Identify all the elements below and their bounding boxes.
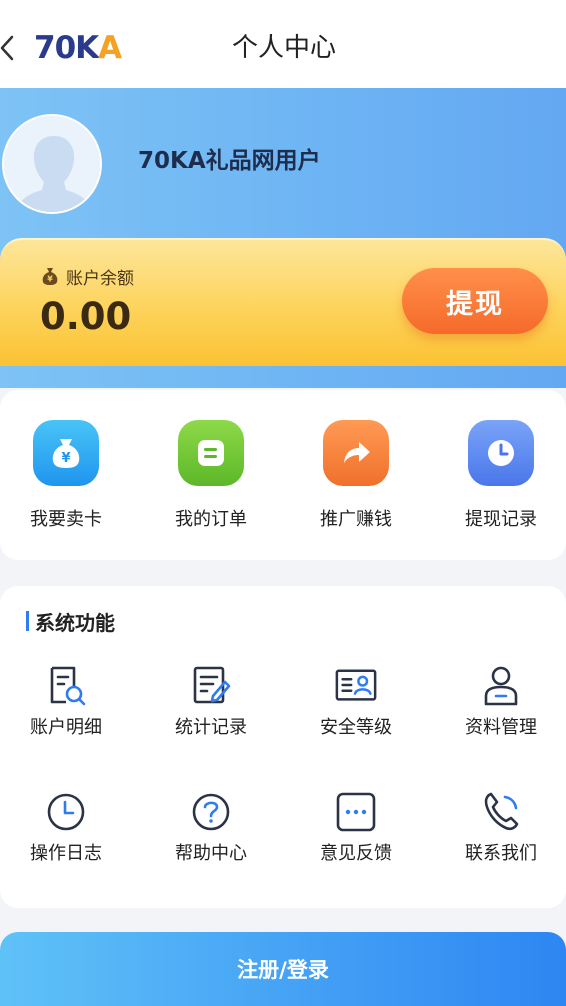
user-profile-icon xyxy=(479,664,523,708)
order-list-icon xyxy=(178,420,244,486)
balance-label: 账户余额 xyxy=(66,268,134,289)
phone-icon xyxy=(479,790,523,834)
balance-label-row: ¥ 账户余额 xyxy=(40,264,134,289)
id-card-icon xyxy=(334,664,378,708)
default-user-icon xyxy=(4,116,100,212)
func-label: 安全等级 xyxy=(320,717,392,738)
func-label: 账户明细 xyxy=(30,717,102,738)
func-label: 联系我们 xyxy=(465,843,537,864)
register-login-button[interactable]: 注册/登录 xyxy=(0,932,566,1006)
clock-icon xyxy=(468,420,534,486)
money-bag-icon: ¥ xyxy=(42,268,58,285)
money-bag-icon: ¥ xyxy=(33,420,99,486)
func-label: 统计记录 xyxy=(175,717,247,738)
func-label: 意见反馈 xyxy=(320,843,392,864)
func-statistics[interactable]: 统计记录 xyxy=(151,664,271,740)
func-security-level[interactable]: 安全等级 xyxy=(296,664,416,740)
func-operation-log[interactable]: 操作日志 xyxy=(6,790,126,866)
top-nav-bar: 70 K A 个人中心 xyxy=(0,0,566,88)
func-help-center[interactable]: 帮助中心 xyxy=(151,790,271,866)
quick-action-withdraw-records[interactable]: 提现记录 xyxy=(441,420,561,532)
quick-action-label: 提现记录 xyxy=(465,509,537,530)
feedback-dots-icon xyxy=(334,790,378,834)
func-label: 资料管理 xyxy=(465,717,537,738)
func-account-detail[interactable]: 账户明细 xyxy=(6,664,126,740)
quick-action-label: 推广赚钱 xyxy=(320,509,392,530)
section-title-accent xyxy=(26,611,29,631)
quick-action-label: 我要卖卡 xyxy=(30,509,102,530)
svg-text:¥: ¥ xyxy=(47,275,53,284)
clock-icon xyxy=(44,790,88,834)
func-profile-management[interactable]: 资料管理 xyxy=(441,664,561,740)
share-arrow-icon xyxy=(323,420,389,486)
balance-amount: 0.00 xyxy=(40,295,132,338)
section-title-text: 系统功能 xyxy=(35,610,115,635)
quick-action-label: 我的订单 xyxy=(175,509,247,530)
func-label: 帮助中心 xyxy=(175,843,247,864)
func-feedback[interactable]: 意见反馈 xyxy=(296,790,416,866)
section-title: 系统功能 xyxy=(26,608,115,635)
account-detail-icon xyxy=(44,664,88,708)
svg-text:¥: ¥ xyxy=(61,451,70,466)
question-icon xyxy=(189,790,233,834)
page-title: 个人中心 xyxy=(231,33,336,63)
func-contact-us[interactable]: 联系我们 xyxy=(441,790,561,866)
quick-action-my-orders[interactable]: 我的订单 xyxy=(151,420,271,532)
quick-action-promote[interactable]: 推广赚钱 xyxy=(296,420,416,532)
quick-action-sell-card[interactable]: ¥ 我要卖卡 xyxy=(6,420,126,532)
withdraw-button[interactable]: 提现 xyxy=(402,268,548,334)
func-label: 操作日志 xyxy=(30,843,102,864)
username: 70KA礼品网用户 xyxy=(138,148,321,174)
avatar[interactable] xyxy=(2,114,102,214)
statistics-edit-icon xyxy=(189,664,233,708)
